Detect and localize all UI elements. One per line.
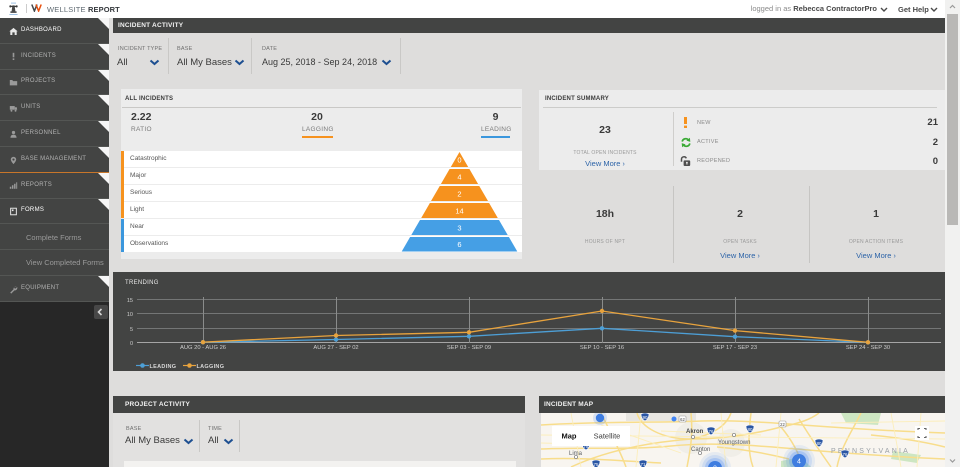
svg-text:14: 14 bbox=[455, 206, 463, 215]
svg-text:15: 15 bbox=[127, 298, 133, 304]
svg-text:71: 71 bbox=[640, 462, 646, 467]
svg-text:SEP 10 - SEP 16: SEP 10 - SEP 16 bbox=[580, 345, 624, 351]
svg-text:4: 4 bbox=[457, 172, 461, 181]
svg-text:4: 4 bbox=[797, 459, 801, 466]
svg-text:SEP 03 - SEP 09: SEP 03 - SEP 09 bbox=[447, 345, 491, 351]
svg-text:Map: Map bbox=[562, 432, 577, 441]
svg-text:0: 0 bbox=[130, 341, 133, 347]
svg-text:Youngstown: Youngstown bbox=[718, 440, 750, 446]
svg-text:90: 90 bbox=[642, 415, 648, 420]
svg-text:Akron: Akron bbox=[686, 429, 704, 435]
svg-text:SEP 17 - SEP 23: SEP 17 - SEP 23 bbox=[713, 345, 757, 351]
svg-text:SEP 24 - SEP 30: SEP 24 - SEP 30 bbox=[846, 345, 890, 351]
svg-text:0: 0 bbox=[457, 155, 461, 164]
svg-text:Satellite: Satellite bbox=[594, 432, 621, 441]
svg-text:AUG 20 - AUG 26: AUG 20 - AUG 26 bbox=[180, 345, 226, 351]
svg-text:AUG 27 - SEP 02: AUG 27 - SEP 02 bbox=[313, 345, 358, 351]
svg-text:3: 3 bbox=[457, 223, 461, 232]
svg-text:75: 75 bbox=[593, 462, 599, 467]
svg-text:76: 76 bbox=[842, 452, 848, 457]
svg-text:62: 62 bbox=[680, 417, 685, 422]
svg-text:6: 6 bbox=[457, 240, 461, 249]
svg-text:2: 2 bbox=[457, 189, 461, 198]
svg-text:76: 76 bbox=[708, 429, 714, 434]
svg-text:Canton: Canton bbox=[691, 447, 710, 453]
svg-text:22: 22 bbox=[780, 422, 785, 427]
svg-text:5: 5 bbox=[130, 327, 133, 333]
svg-text:80: 80 bbox=[747, 427, 753, 432]
svg-text:10: 10 bbox=[127, 312, 133, 318]
svg-text:LEADING: LEADING bbox=[150, 364, 177, 370]
svg-text:Lima: Lima bbox=[569, 451, 583, 457]
svg-text:LAGGING: LAGGING bbox=[197, 364, 225, 370]
svg-text:80: 80 bbox=[816, 441, 822, 446]
